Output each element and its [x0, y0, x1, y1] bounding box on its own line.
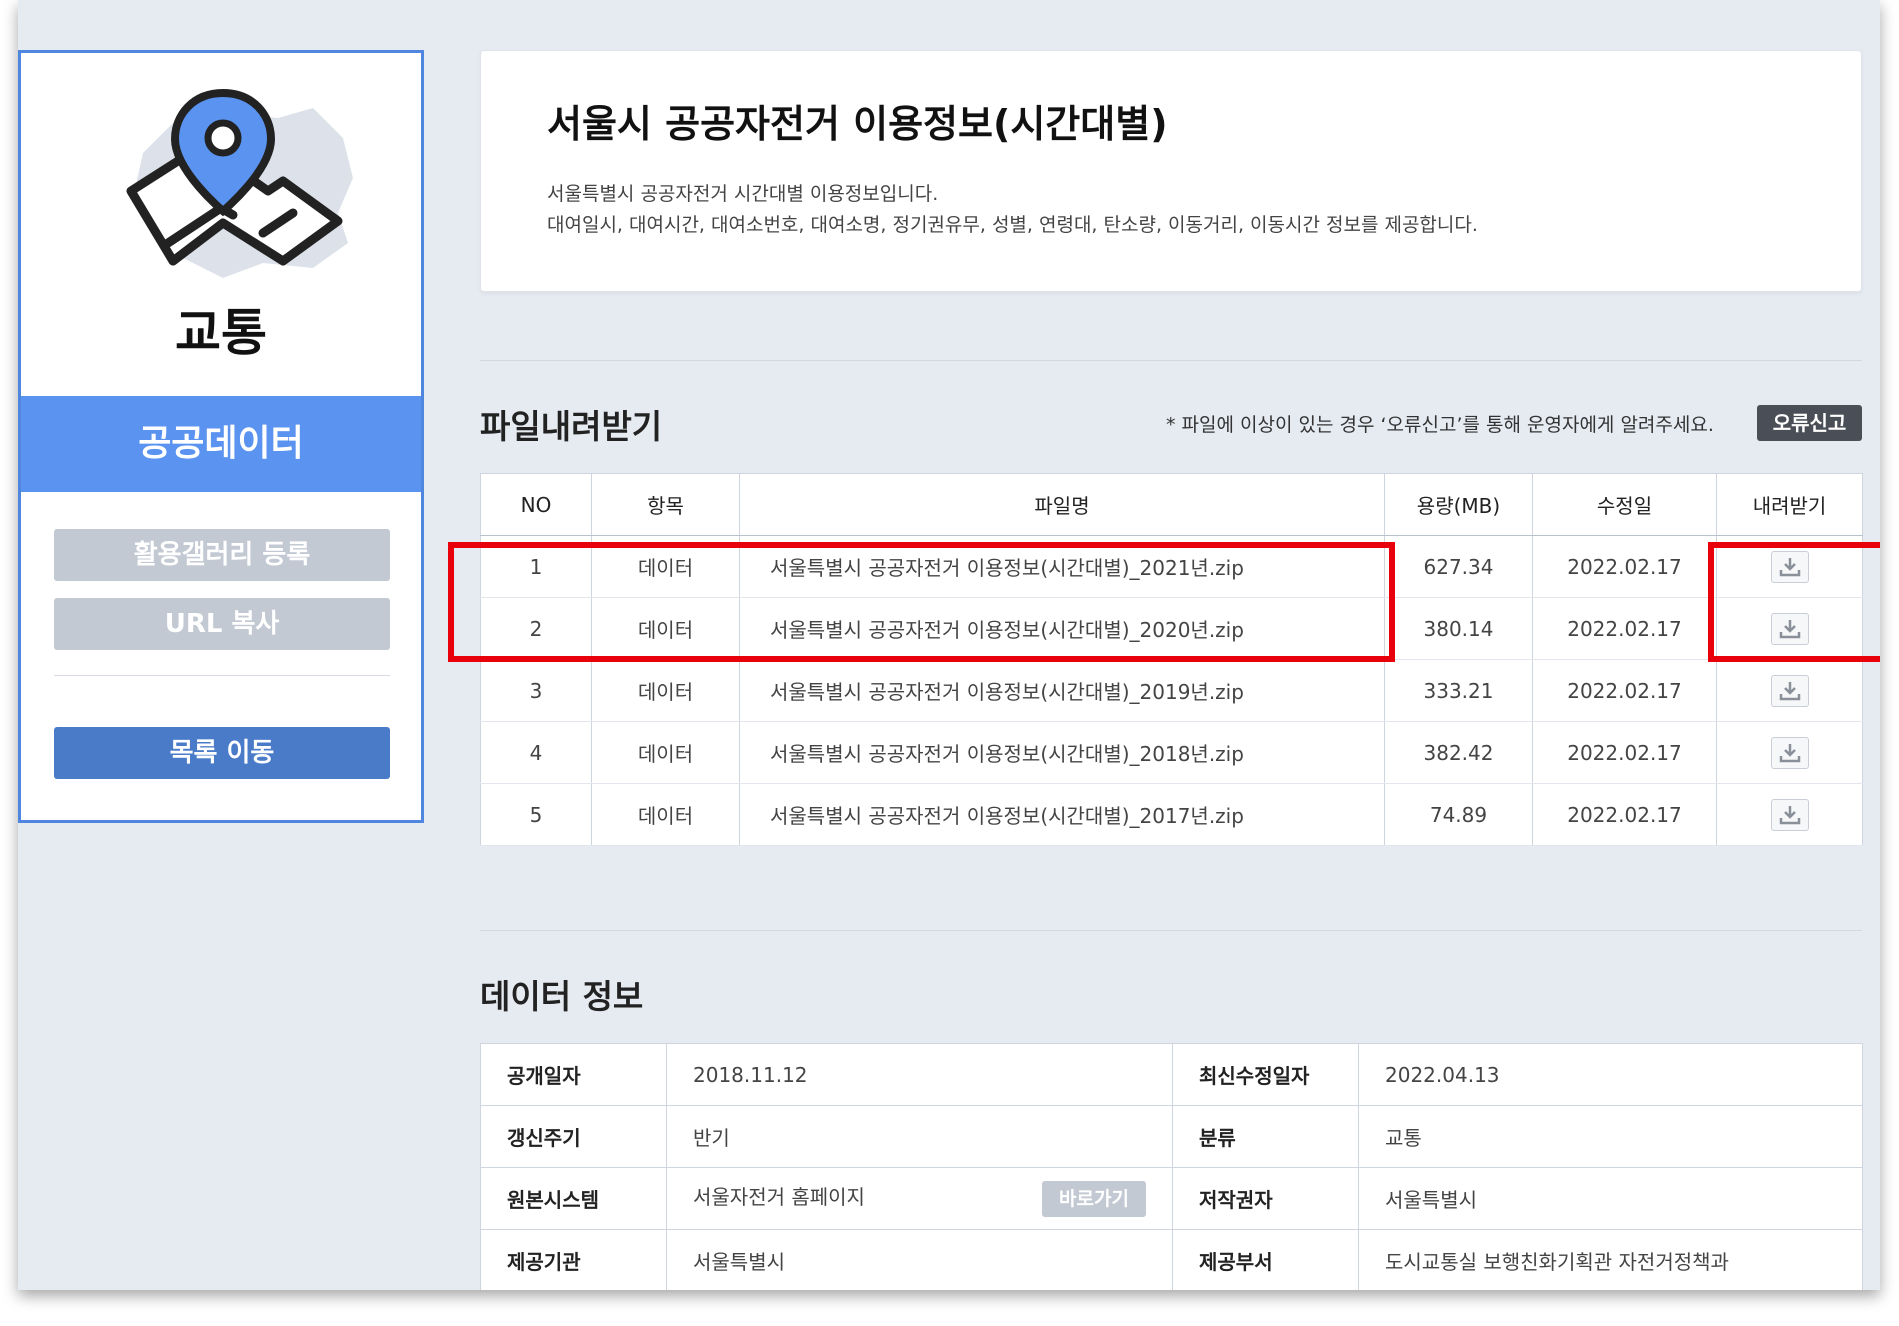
table-row: 갱신주기 반기 분류 교통 — [480, 1105, 1863, 1168]
info-value: 2018.11.12 — [666, 1043, 1173, 1106]
gallery-register-button[interactable]: 활용갤러리 등록 — [54, 529, 390, 581]
download-cell — [1716, 659, 1863, 722]
divider — [480, 360, 1862, 361]
download-cell — [1716, 721, 1863, 784]
page-title: 서울시 공공자전거 이용정보(시간대별) — [547, 102, 1168, 146]
annotation-highlight-download — [1708, 542, 1880, 662]
url-copy-button[interactable]: URL 복사 — [54, 598, 390, 650]
info-label: 제공기관 — [480, 1229, 667, 1290]
info-value: 서울특별시 — [1358, 1167, 1863, 1230]
table-row: 제공기관 서울특별시 제공부서 도시교통실 보행친화기획관 자전거정책과 — [480, 1229, 1863, 1290]
download-icon — [1779, 805, 1800, 824]
map-pin-icon — [126, 88, 353, 278]
row-modified: 2022.02.17 — [1532, 535, 1717, 598]
info-label: 원본시스템 — [480, 1167, 667, 1230]
row-filename: 서울특별시 공공자전거 이용정보(시간대별)_2017년.zip — [739, 783, 1385, 846]
row-no: 3 — [480, 659, 592, 722]
row-filename: 서울특별시 공공자전거 이용정보(시간대별)_2018년.zip — [739, 721, 1385, 784]
info-label: 저작권자 — [1172, 1167, 1359, 1230]
download-button[interactable] — [1770, 674, 1809, 707]
table-row: 원본시스템 서울자전거 홈페이지 바로가기 저작권자 서울특별시 — [480, 1167, 1863, 1230]
column-header-download: 내려받기 — [1716, 473, 1863, 536]
annotation-highlight-rows — [448, 542, 1395, 662]
error-report-button[interactable]: 오류신고 — [1757, 405, 1862, 441]
row-modified: 2022.02.17 — [1532, 597, 1717, 660]
dataset-header-card: 서울시 공공자전거 이용정보(시간대별) 서울특별시 공공자전거 시간대별 이용… — [480, 50, 1862, 292]
category-sidebar: 교통 공공데이터 활용갤러리 등록 URL 복사 목록 이동 — [18, 50, 424, 823]
dataset-description-line: 서울특별시 공공자전거 시간대별 이용정보입니다. — [547, 183, 939, 205]
row-size: 74.89 — [1384, 783, 1533, 846]
table-row: 3 데이터 서울특별시 공공자전거 이용정보(시간대별)_2019년.zip 3… — [480, 659, 1863, 722]
row-item: 데이터 — [591, 659, 740, 722]
table-header-row: NO 항목 파일명 용량(MB) 수정일 내려받기 — [480, 473, 1863, 536]
column-header-no: NO — [480, 473, 592, 536]
table-row: 공개일자 2018.11.12 최신수정일자 2022.04.13 — [480, 1043, 1863, 1106]
column-header-modified: 수정일 — [1532, 473, 1717, 536]
info-value: 반기 — [666, 1105, 1173, 1168]
row-filename: 서울특별시 공공자전거 이용정보(시간대별)_2019년.zip — [739, 659, 1385, 722]
info-label: 분류 — [1172, 1105, 1359, 1168]
info-value: 교통 — [1358, 1105, 1863, 1168]
info-value: 서울특별시 — [666, 1229, 1173, 1290]
row-modified: 2022.02.17 — [1532, 721, 1717, 784]
row-item: 데이터 — [591, 783, 740, 846]
row-size: 627.34 — [1384, 535, 1533, 598]
column-header-item: 항목 — [591, 473, 740, 536]
column-header-size: 용량(MB) — [1384, 473, 1533, 536]
table-row: 5 데이터 서울특별시 공공자전거 이용정보(시간대별)_2017년.zip 7… — [480, 783, 1863, 846]
divider — [54, 675, 390, 676]
list-move-button[interactable]: 목록 이동 — [54, 727, 390, 779]
data-info-table: 공개일자 2018.11.12 최신수정일자 2022.04.13 갱신주기 반… — [480, 1043, 1863, 1290]
section-label: 공공데이터 — [21, 396, 421, 492]
row-size: 333.21 — [1384, 659, 1533, 722]
download-button[interactable] — [1770, 798, 1809, 831]
divider — [480, 930, 1862, 931]
info-value-cell: 서울자전거 홈페이지 바로가기 — [666, 1167, 1173, 1230]
row-item: 데이터 — [591, 721, 740, 784]
download-button[interactable] — [1770, 736, 1809, 769]
download-cell — [1716, 783, 1863, 846]
row-no: 5 — [480, 783, 592, 846]
row-no: 4 — [480, 721, 592, 784]
info-label: 최신수정일자 — [1172, 1043, 1359, 1106]
info-value: 2022.04.13 — [1358, 1043, 1863, 1106]
dataset-description-line: 대여일시, 대여시간, 대여소번호, 대여소명, 정기권유무, 성별, 연령대,… — [547, 214, 1478, 236]
info-label: 갱신주기 — [480, 1105, 667, 1168]
goto-button[interactable]: 바로가기 — [1042, 1180, 1146, 1217]
screenshot-frame: 교통 공공데이터 활용갤러리 등록 URL 복사 목록 이동 서울시 공공자전거… — [18, 0, 1880, 1290]
info-value: 서울자전거 홈페이지 — [693, 1184, 865, 1209]
row-size: 382.42 — [1384, 721, 1533, 784]
column-header-filename: 파일명 — [739, 473, 1385, 536]
data-info-title: 데이터 정보 — [480, 977, 644, 1016]
row-modified: 2022.02.17 — [1532, 659, 1717, 722]
download-icon — [1779, 681, 1800, 700]
file-download-title: 파일내려받기 — [480, 407, 663, 446]
error-report-notice: * 파일에 이상이 있는 경우 ‘오류신고’를 통해 운영자에게 알려주세요. — [1166, 414, 1714, 436]
download-icon — [1779, 743, 1800, 762]
table-row: 4 데이터 서울특별시 공공자전거 이용정보(시간대별)_2018년.zip 3… — [480, 721, 1863, 784]
category-title: 교통 — [175, 304, 267, 362]
info-label: 공개일자 — [480, 1043, 667, 1106]
row-size: 380.14 — [1384, 597, 1533, 660]
info-value: 도시교통실 보행친화기획관 자전거정책과 — [1358, 1229, 1863, 1290]
info-label: 제공부서 — [1172, 1229, 1359, 1290]
row-modified: 2022.02.17 — [1532, 783, 1717, 846]
